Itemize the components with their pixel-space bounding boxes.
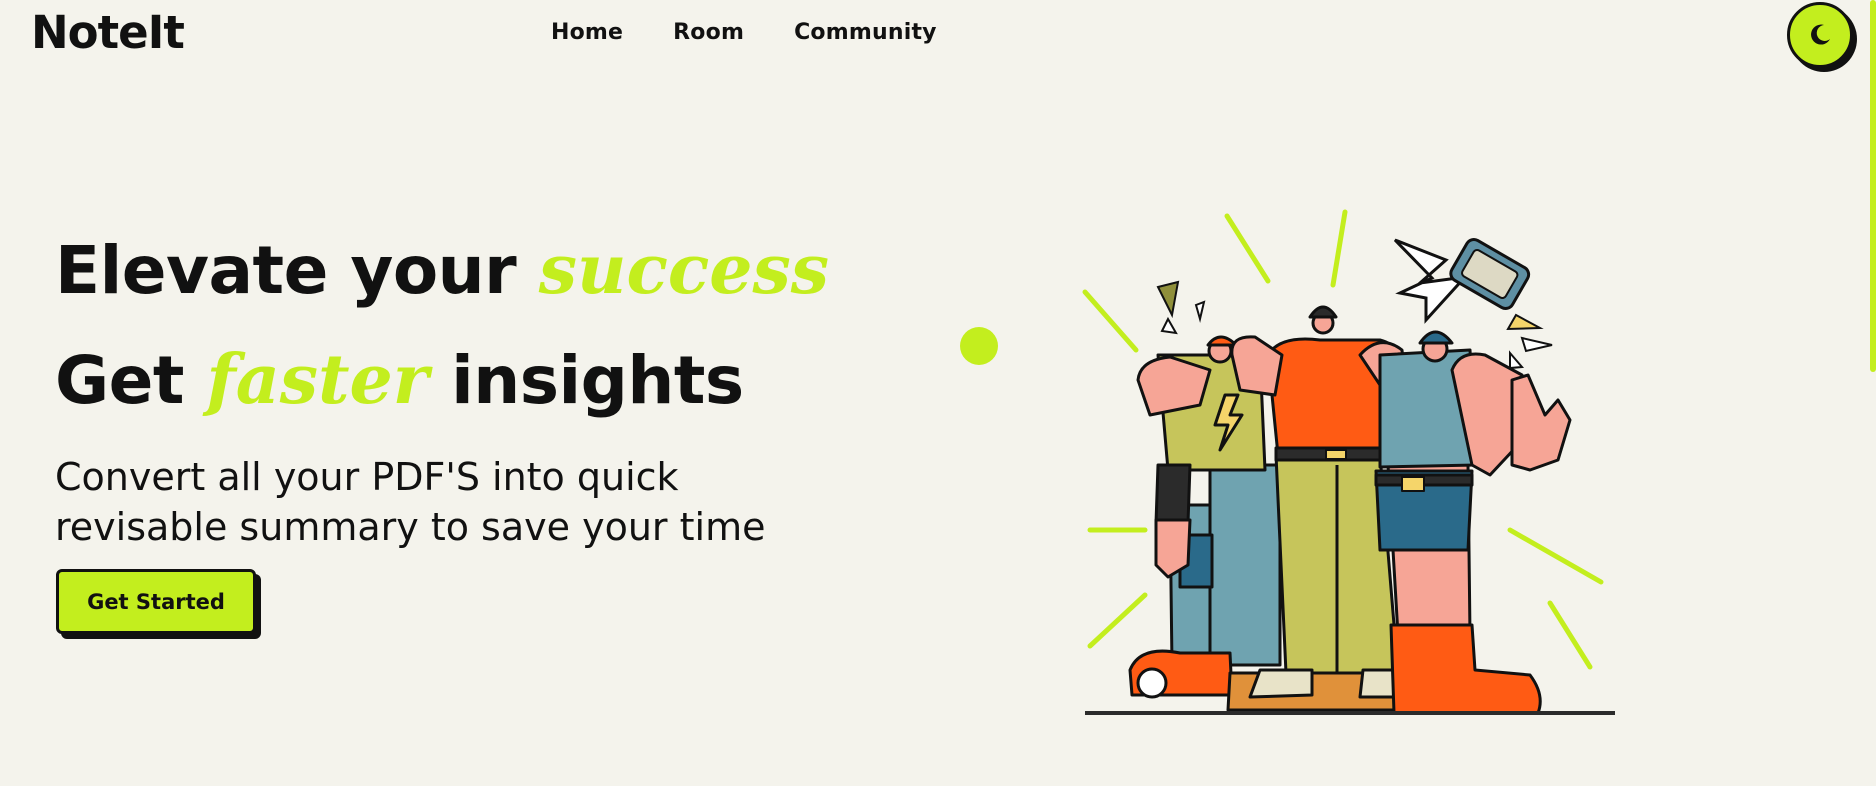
site-logo[interactable]: NoteIt (31, 6, 185, 59)
nav-link-home[interactable]: Home (551, 20, 623, 45)
get-started-button[interactable]: Get Started (56, 569, 256, 634)
friends-group-illustration (1082, 209, 1615, 715)
decorative-dot (960, 327, 998, 365)
headline-accent-success: success (538, 230, 830, 310)
moon-icon (1811, 24, 1830, 45)
hero-headline-line-2: Get faster insights (55, 340, 744, 420)
hero-subtitle: Convert all your PDF'S into quick revisa… (55, 455, 766, 549)
headline-text: insights (451, 342, 744, 419)
headline-accent-faster: faster (206, 340, 429, 420)
headline-text: Elevate your (55, 232, 517, 309)
nav-link-room[interactable]: Room (673, 20, 744, 45)
main-nav: Home Room Community (551, 20, 987, 45)
nav-link-community[interactable]: Community (794, 20, 937, 45)
theme-toggle-button[interactable] (1787, 2, 1853, 68)
scrollbar-thumb[interactable] (1870, 0, 1876, 372)
headline-text: Get (55, 342, 185, 419)
hero-headline-line-1: Elevate your success (55, 230, 829, 310)
